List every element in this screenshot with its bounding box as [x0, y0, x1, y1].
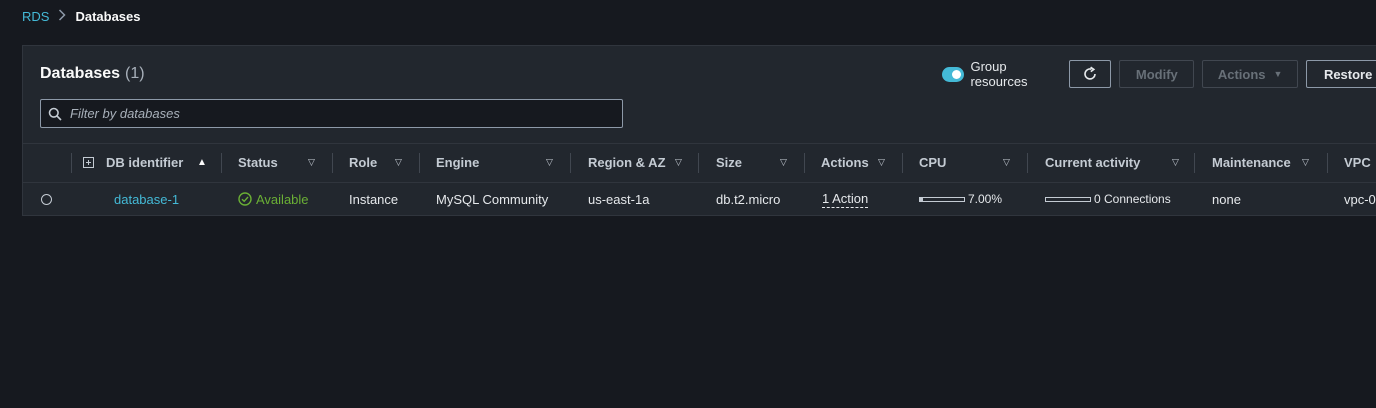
table-header: DB identifier ▲ Status ▽ Role ▽ Engine ▽… — [23, 143, 1376, 183]
check-circle-icon — [238, 192, 252, 206]
column-header-db-identifier[interactable]: DB identifier ▲ — [83, 144, 221, 180]
column-divider — [221, 153, 222, 173]
column-divider — [570, 153, 571, 173]
column-divider — [1027, 153, 1028, 173]
group-resources-label: Group resources — [970, 59, 1028, 89]
column-label: Region & AZ — [588, 154, 666, 170]
column-label: DB identifier — [106, 154, 184, 170]
filter-databases-input-wrapper — [40, 99, 623, 128]
column-label: Maintenance — [1212, 154, 1291, 170]
caret-down-icon: ▼ — [1273, 69, 1283, 79]
toggle-knob — [952, 69, 962, 79]
column-label: Status — [238, 154, 278, 170]
sort-icon: ▽ — [878, 156, 885, 167]
column-divider — [1327, 153, 1328, 173]
column-label: Actions — [821, 154, 869, 170]
column-label: VPC — [1344, 154, 1371, 170]
sort-icon: ▽ — [1003, 156, 1010, 167]
column-divider — [332, 153, 333, 173]
column-header-region[interactable]: Region & AZ ▽ — [588, 144, 708, 180]
column-header-current-activity[interactable]: Current activity ▽ — [1045, 144, 1185, 180]
databases-panel: Databases (1) Group resources Modify Acti… — [22, 45, 1376, 216]
activity-progress-bar — [1045, 196, 1091, 202]
sort-icon: ▽ — [1172, 156, 1179, 167]
column-header-role[interactable]: Role ▽ — [349, 144, 433, 180]
column-divider — [1194, 153, 1195, 173]
column-header-vpc[interactable]: VPC — [1344, 144, 1376, 180]
column-divider — [419, 153, 420, 173]
column-label: Engine — [436, 154, 480, 170]
sort-icon: ▽ — [546, 156, 553, 167]
sort-icon: ▽ — [780, 156, 787, 167]
refresh-icon — [1082, 66, 1098, 82]
db-identifier-link[interactable]: database-1 — [114, 192, 179, 207]
actions-dropdown-button[interactable]: Actions ▼ — [1202, 60, 1298, 88]
column-header-status[interactable]: Status ▽ — [238, 144, 330, 180]
column-divider — [698, 153, 699, 173]
region-cell: us-east-1a — [588, 191, 650, 207]
radio-button[interactable] — [41, 193, 52, 205]
breadcrumb-chevron-icon — [58, 8, 67, 24]
group-resources-toggle[interactable] — [942, 66, 965, 82]
engine-cell: MySQL Community — [436, 191, 549, 207]
sort-icon: ▽ — [395, 156, 402, 167]
sort-icon: ▽ — [308, 156, 315, 167]
column-divider — [71, 153, 72, 173]
actions-cell: 1 Action — [822, 181, 869, 217]
toolbar: Group resources Modify Actions ▼ Restore … — [942, 59, 1376, 89]
column-header-size[interactable]: Size ▽ — [716, 144, 808, 180]
actions-button-label: Actions — [1217, 66, 1266, 82]
maintenance-cell: none — [1212, 191, 1241, 207]
panel-title-text: Databases — [40, 65, 121, 82]
column-divider — [902, 153, 903, 173]
column-label: CPU — [919, 154, 947, 170]
column-label: Current activity — [1045, 154, 1141, 170]
filter-databases-input[interactable] — [68, 105, 592, 122]
activity-value: 0 Connections — [1094, 192, 1171, 206]
pending-actions-link[interactable]: 1 Action — [822, 191, 869, 208]
column-label: Size — [716, 154, 743, 170]
status-cell: Available — [238, 181, 309, 217]
sort-icon: ▽ — [675, 156, 682, 167]
sort-ascending-icon: ▲ — [197, 156, 207, 168]
restore-from-s3-button[interactable]: Restore from S3 — [1305, 60, 1376, 88]
breadcrumb: RDS Databases — [22, 8, 141, 24]
search-icon — [48, 107, 62, 121]
cpu-progress-fill — [920, 197, 924, 201]
refresh-button[interactable] — [1069, 60, 1112, 88]
vpc-cell: vpc-0 — [1344, 191, 1376, 207]
cpu-cell: 7.00% — [919, 181, 1002, 217]
modify-button[interactable]: Modify — [1119, 60, 1195, 88]
column-header-maintenance[interactable]: Maintenance ▽ — [1212, 144, 1322, 180]
row-select-radio[interactable] — [41, 181, 52, 217]
cpu-value: 7.00% — [968, 192, 1003, 206]
expand-all-icon[interactable] — [83, 156, 94, 168]
table-row: database-1 Available Instance MySQL Comm… — [23, 181, 1376, 217]
column-header-engine[interactable]: Engine ▽ — [436, 144, 576, 180]
role-cell: Instance — [349, 191, 399, 207]
cpu-progress-bar — [919, 196, 965, 202]
status-text: Available — [256, 191, 309, 207]
breadcrumb-current: Databases — [75, 8, 141, 24]
activity-cell: 0 Connections — [1045, 181, 1171, 217]
column-header-actions[interactable]: Actions ▽ — [821, 144, 913, 180]
db-identifier-cell: database-1 — [114, 181, 179, 217]
column-label: Role — [349, 154, 378, 170]
column-divider — [804, 153, 805, 173]
breadcrumb-rds-link[interactable]: RDS — [22, 9, 49, 24]
sort-icon: ▽ — [1302, 156, 1309, 167]
panel-count: (1) — [125, 65, 145, 82]
panel-title: Databases (1) — [40, 65, 145, 83]
size-cell: db.t2.micro — [716, 191, 781, 207]
column-header-cpu[interactable]: CPU ▽ — [919, 144, 1019, 180]
